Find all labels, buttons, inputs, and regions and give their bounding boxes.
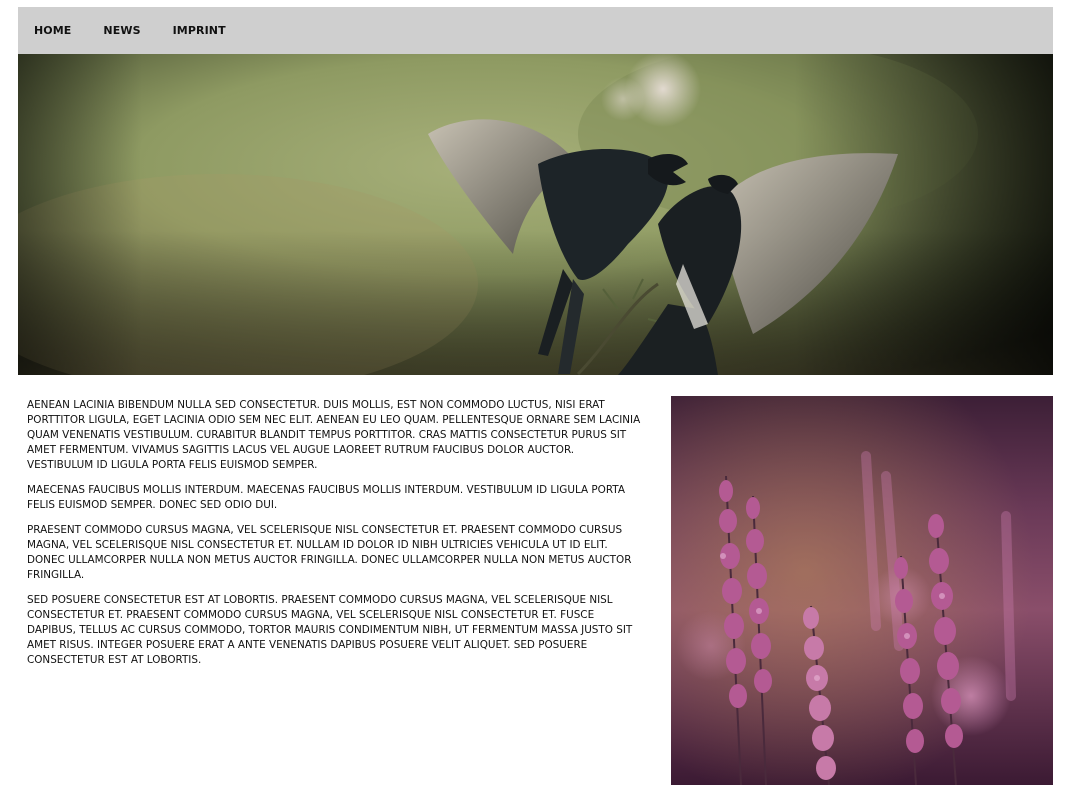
paragraph-1: AENEAN LACINIA BIBENDUM NULLA SED CONSEC… (27, 399, 641, 471)
nav-item-imprint[interactable]: IMPRINT (173, 24, 226, 37)
birds-photo (18, 54, 1053, 375)
nav-item-home[interactable]: HOME (34, 24, 71, 37)
paragraph-4: SED POSUERE CONSECTETUR EST AT LOBORTIS.… (27, 594, 633, 666)
hero-image (18, 54, 1053, 375)
top-navigation: HOME NEWS IMPRINT (18, 7, 1053, 54)
article-text: AENEAN LACINIA BIBENDUM NULLA SED CONSEC… (27, 398, 641, 678)
paragraph-2: MAECENAS FAUCIBUS MOLLIS INTERDUM. MAECE… (27, 484, 625, 511)
side-image (671, 396, 1053, 785)
paragraph-3: PRAESENT COMMODO CURSUS MAGNA, VEL SCELE… (27, 524, 632, 581)
nav-item-news[interactable]: NEWS (103, 24, 140, 37)
lavender-photo (671, 396, 1053, 785)
page: HOME NEWS IMPRINT AENEAN LACINIA BIBENDU… (0, 0, 1066, 785)
